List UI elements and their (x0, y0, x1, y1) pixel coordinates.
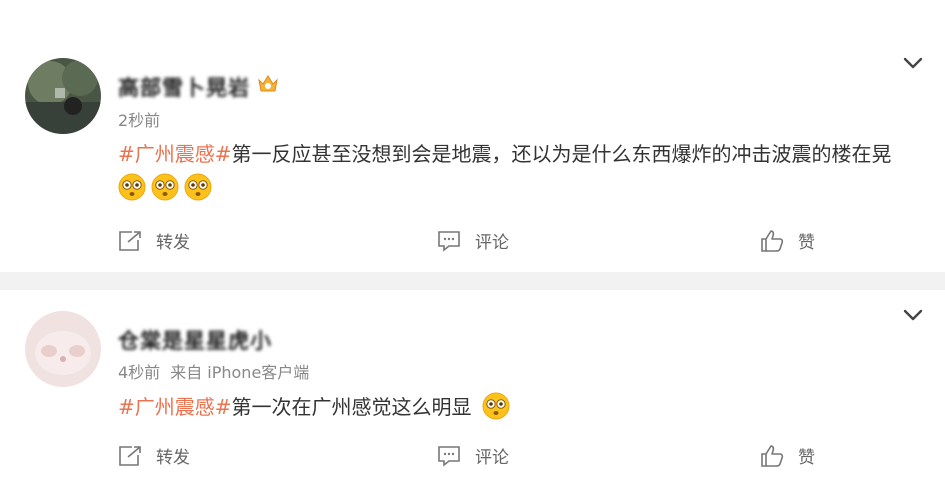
share-button[interactable]: 转发 (118, 228, 190, 253)
comment-label: 评论 (475, 448, 509, 468)
post-card-1: 高部雪卜晃岩 2秒前 #广州震感#第一反应甚至没想到会是地震，还以为是什么东西爆… (0, 0, 945, 272)
vip-crown-icon (257, 72, 279, 94)
post-meta: 2秒前 (118, 107, 160, 131)
post-time: 2秒前 (118, 111, 161, 130)
emoji-row (118, 173, 212, 201)
comment-button[interactable]: 评论 (437, 443, 509, 468)
username[interactable]: 高部雪卜晃岩 (118, 72, 250, 102)
comment-icon (438, 230, 460, 252)
username[interactable]: 仓棠是星星虎小 (118, 325, 272, 355)
like-icon (761, 229, 784, 252)
avatar[interactable] (25, 58, 101, 134)
chevron-down-icon[interactable] (903, 56, 923, 70)
post-content: #广州震感#第一次在广州感觉这么明显 (118, 391, 510, 420)
action-bar: 转发 评论 赞 (0, 228, 945, 258)
post-source: 来自 iPhone客户端 (170, 363, 310, 382)
flushed-emoji-icon (482, 392, 510, 420)
post-content: #广州震感#第一反应甚至没想到会是地震，还以为是什么东西爆炸的冲击波震的楼在晃 (118, 138, 892, 167)
like-label: 赞 (798, 448, 815, 468)
share-icon (119, 230, 141, 251)
post-card-2: 仓棠是星星虎小 4秒前 来自 iPhone客户端 #广州震感#第一次在广州感觉这么… (0, 290, 945, 493)
topic-link[interactable]: #广州震感# (118, 395, 232, 419)
share-label: 转发 (156, 233, 190, 253)
post-text: 第一次在广州感觉这么明显 (231, 395, 472, 419)
post-text: 第一反应甚至没想到会是地震，还以为是什么东西爆炸的冲击波震的楼在晃 (231, 142, 892, 166)
like-button[interactable]: 赞 (760, 228, 815, 253)
flushed-emoji-icon (184, 173, 212, 201)
share-icon (119, 445, 141, 466)
flushed-emoji-icon (118, 173, 146, 201)
like-button[interactable]: 赞 (760, 443, 815, 468)
share-label: 转发 (156, 448, 190, 468)
share-button[interactable]: 转发 (118, 443, 190, 468)
post-time: 4秒前 (118, 363, 161, 382)
post-meta: 4秒前 来自 iPhone客户端 (118, 359, 309, 383)
topic-link[interactable]: #广州震感# (118, 142, 232, 166)
avatar[interactable] (25, 311, 101, 387)
like-label: 赞 (798, 233, 815, 253)
flushed-emoji-icon (151, 173, 179, 201)
comment-label: 评论 (475, 233, 509, 253)
chevron-down-icon[interactable] (903, 308, 923, 322)
post-divider (0, 272, 945, 290)
action-bar: 转发 评论 赞 (0, 443, 945, 473)
like-icon (761, 444, 784, 467)
comment-button[interactable]: 评论 (437, 228, 509, 253)
comment-icon (438, 445, 460, 467)
